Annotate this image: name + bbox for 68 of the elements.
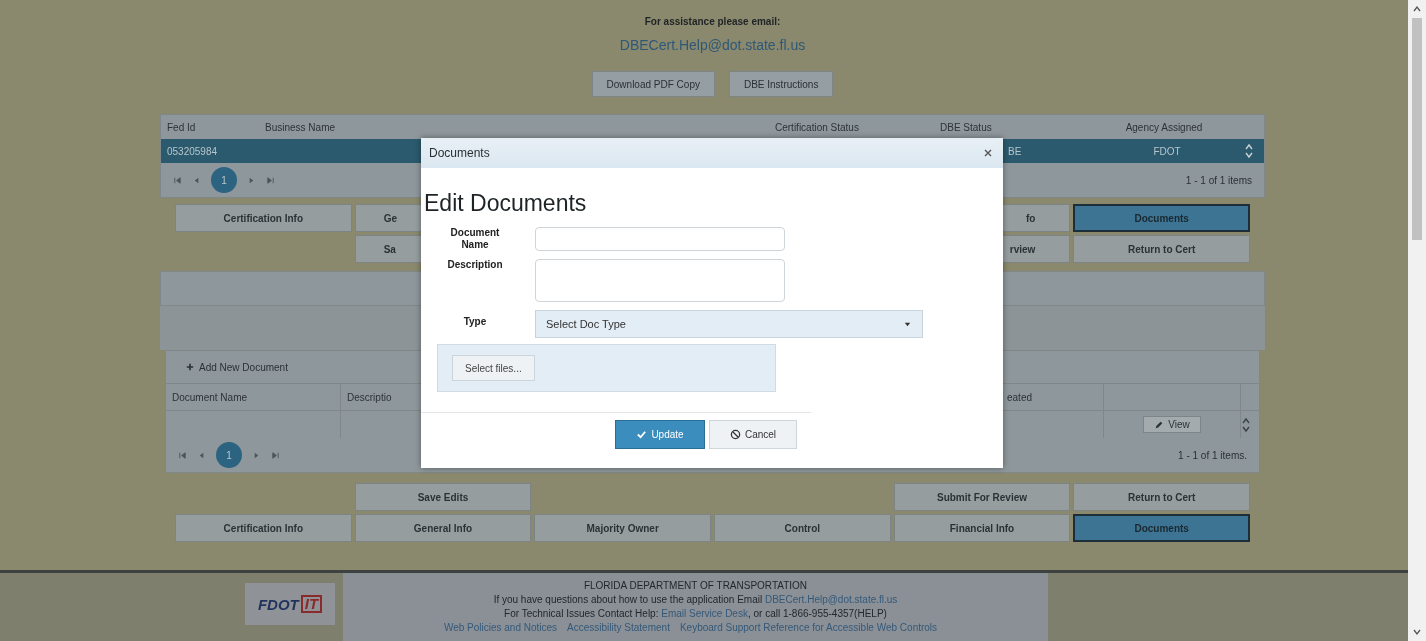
toolbar-button[interactable]: DBE Instructions	[728, 71, 834, 97]
input-field[interactable]	[535, 227, 785, 251]
action-button[interactable]: Save Edits	[354, 483, 532, 511]
table-cell-text: FDOT	[1152, 145, 1182, 157]
close-icon[interactable]	[983, 148, 993, 158]
action-button[interactable]: Return to Cert	[1073, 483, 1250, 511]
dialog-title: Documents	[429, 146, 490, 160]
plus-icon	[186, 363, 194, 371]
column-header[interactable]: DBE Status	[934, 121, 1084, 133]
column-header[interactable]: Business Name	[259, 121, 769, 133]
tab[interactable]: Certification Info	[175, 514, 352, 542]
tab[interactable]: Documents	[1073, 514, 1250, 542]
table-cell-text: 053205984	[166, 145, 219, 157]
action-button[interactable]: Return to Cert	[1073, 235, 1250, 263]
update-button[interactable]: Update	[615, 420, 705, 449]
page-button[interactable]: 1	[211, 167, 237, 193]
dialog-heading: Edit Documents	[424, 190, 587, 217]
field-label: Type	[462, 316, 488, 328]
footer-text: If you have questions about how to use the application Email DBECert.Help@dot.state.fl.us	[493, 593, 898, 607]
tab[interactable]: Financial Info	[893, 514, 1071, 542]
footer-link[interactable]: DBECert.Help@dot.state.fl.us	[764, 594, 898, 605]
cancel-icon	[729, 429, 741, 440]
column-header[interactable]: Document Name	[166, 384, 341, 410]
footer-link[interactable]: Keyboard Support Reference for Accessible Web Controls	[679, 622, 938, 633]
footer-text: For Technical Issues Contact Help: Email Service Desk, or call 1-866-955-4357(HELP)	[504, 607, 887, 621]
scroll-arrows-icon[interactable]	[1244, 142, 1254, 160]
tab[interactable]: Control	[714, 514, 891, 542]
fdot-logo[interactable]: FDOT IT	[245, 583, 335, 625]
view-button[interactable]: View	[1143, 416, 1201, 433]
toolbar-button[interactable]: Download PDF Copy	[591, 71, 715, 97]
first-page-icon[interactable]	[178, 450, 187, 460]
page-button[interactable]: 1	[216, 442, 242, 468]
field-label: Document Name	[449, 227, 501, 251]
tab[interactable]: Majority Owner	[534, 514, 711, 542]
pager-summary: 1 - 1 of 1 items	[1185, 174, 1252, 186]
scroll-up-icon[interactable]	[1412, 4, 1422, 14]
scroll-arrows-icon[interactable]	[1241, 415, 1251, 434]
cancel-button[interactable]: Cancel	[709, 420, 797, 449]
footer-link[interactable]: Accessibility Statement	[567, 622, 670, 633]
column-header[interactable]: Agency Assigned	[1084, 121, 1244, 133]
pencil-icon	[1154, 419, 1165, 430]
column-header[interactable]: Certification Status	[769, 121, 934, 133]
table-cell: BE	[1008, 145, 1022, 157]
type-dropdown[interactable]: Select Doc Type	[535, 310, 923, 338]
action-button[interactable]: Submit For Review	[893, 483, 1071, 511]
tab[interactable]: Documents	[1073, 204, 1250, 232]
input-field[interactable]	[535, 259, 785, 302]
next-page-icon[interactable]	[252, 450, 261, 460]
tab[interactable]: General Info	[354, 514, 532, 542]
footer-link[interactable]: Web Policies and Notices	[443, 622, 558, 633]
footer-text: FLORIDA DEPARTMENT OF TRANSPORTATION	[583, 579, 808, 593]
previous-page-icon[interactable]	[192, 175, 201, 185]
next-page-icon[interactable]	[247, 175, 256, 185]
previous-page-icon[interactable]	[197, 450, 206, 460]
tab[interactable]: Certification Info	[175, 204, 352, 232]
column-header[interactable]: Fed Id	[161, 121, 259, 133]
last-page-icon[interactable]	[266, 175, 275, 185]
scrollbar-thumb[interactable]	[1412, 18, 1422, 240]
last-page-icon[interactable]	[271, 450, 280, 460]
pager-summary: 1 - 1 of 1 items.	[1178, 449, 1247, 461]
footer-link[interactable]: Email Service Desk	[661, 608, 748, 619]
scroll-down-icon[interactable]	[1412, 627, 1422, 637]
select-files-button[interactable]: Select files...	[452, 355, 535, 381]
assistance-text: For assistance please email:	[644, 16, 781, 27]
field-label: Description	[446, 259, 504, 271]
add-document-button[interactable]: Add New Document	[180, 360, 294, 374]
first-page-icon[interactable]	[173, 175, 182, 185]
check-icon	[636, 429, 648, 440]
